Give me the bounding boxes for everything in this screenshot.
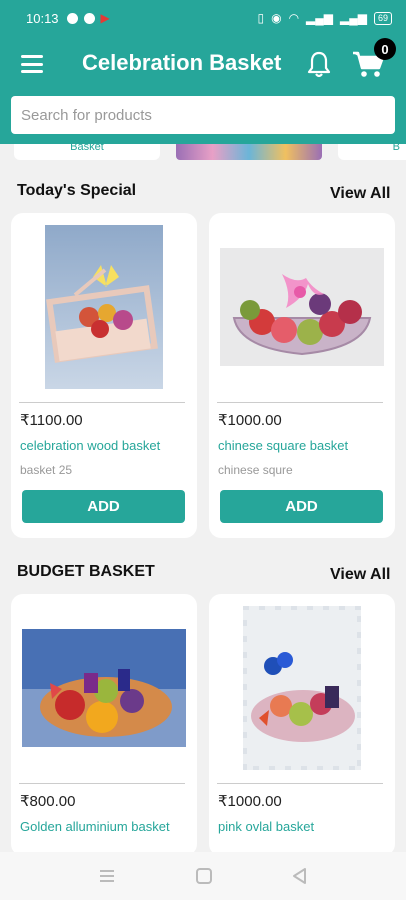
product-name[interactable]: pink ovlal basket (218, 819, 314, 834)
category-image[interactable] (176, 144, 322, 160)
product-card[interactable]: ₹800.00 Golden alluminium basket (11, 594, 197, 856)
back-icon[interactable] (290, 866, 310, 886)
product-subtitle: basket 25 (20, 463, 73, 477)
product-card[interactable]: ₹1100.00 celebration wood basket basket … (11, 213, 197, 538)
status-time: 10:13 (26, 10, 59, 26)
status-bar: 10:13 ▶ ▯ ◉ ◠ ▂▄▆ ▂▄▆ 69 (0, 0, 406, 36)
gps-icon: ◉ (271, 11, 282, 25)
section-title: Today's Special (17, 182, 137, 199)
add-button[interactable]: ADD (220, 490, 383, 523)
product-price: ₹1100.00 (20, 412, 83, 429)
product-name[interactable]: Golden alluminium basket (20, 819, 170, 834)
notification-icon (66, 12, 78, 24)
product-price: ₹800.00 (20, 793, 76, 810)
product-price: ₹1000.00 (218, 412, 282, 429)
product-image (19, 219, 189, 395)
product-price: ₹1000.00 (218, 793, 282, 810)
vibrate-icon: ▯ (257, 11, 265, 25)
search-input[interactable] (11, 96, 395, 134)
product-image (217, 219, 387, 395)
status-right-icons: ▯ ◉ ◠ ▂▄▆ ▂▄▆ 69 (257, 11, 392, 25)
status-left-icons: ▶ (66, 11, 110, 25)
youtube-icon: ▶ (100, 11, 110, 25)
battery-icon: 69 (373, 11, 392, 25)
category-strip[interactable]: Basket B (0, 144, 406, 162)
product-image (19, 600, 189, 776)
product-card[interactable]: ₹1000.00 pink ovlal basket (209, 594, 395, 856)
search-bar (0, 92, 406, 144)
section-title: BUDGET BASKET (17, 563, 155, 580)
wifi-icon: ◠ (288, 11, 300, 25)
recent-apps-icon[interactable] (97, 866, 117, 886)
bell-icon[interactable] (306, 50, 332, 78)
card-divider (217, 402, 383, 403)
category-chip[interactable]: B (338, 144, 406, 160)
product-subtitle: chinese squre (218, 463, 293, 477)
menu-icon[interactable] (21, 55, 43, 73)
location-icon (83, 12, 95, 24)
product-image (217, 600, 387, 776)
signal-icon: ▂▄▆ (306, 11, 334, 25)
product-name[interactable]: celebration wood basket (20, 438, 160, 453)
system-nav-bar (0, 852, 406, 900)
app-title: Celebration Basket (82, 50, 282, 75)
cart-count-badge: 0 (374, 38, 396, 60)
product-card[interactable]: ₹1000.00 chinese square basket chinese s… (209, 213, 395, 538)
product-name[interactable]: chinese square basket (218, 438, 348, 453)
add-button[interactable]: ADD (22, 490, 185, 523)
category-chip[interactable]: Basket (14, 144, 160, 160)
card-divider (19, 402, 185, 403)
card-divider (217, 783, 383, 784)
home-icon[interactable] (194, 866, 214, 886)
view-all-link[interactable]: View All (330, 566, 390, 584)
signal-2-icon: ▂▄▆ (340, 11, 367, 25)
view-all-link[interactable]: View All (330, 185, 390, 203)
app-bar: Celebration Basket (0, 36, 406, 92)
card-divider (19, 783, 185, 784)
